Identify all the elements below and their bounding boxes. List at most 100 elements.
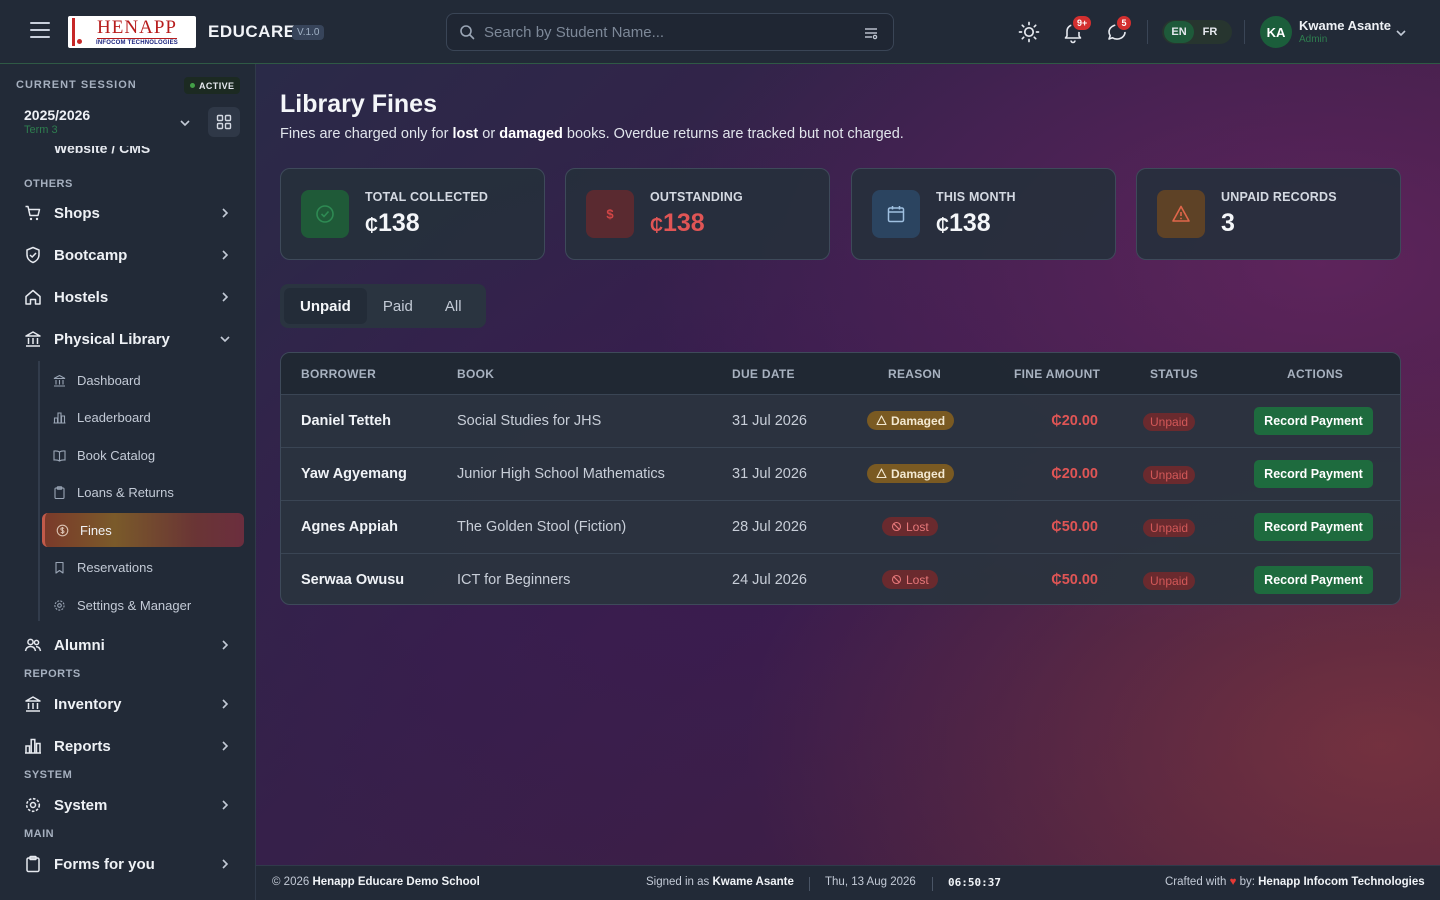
- sidebar-item-library-dashboard[interactable]: Dashboard: [42, 363, 244, 397]
- sidebar-item-library-leaderboard[interactable]: Leaderboard: [42, 400, 244, 434]
- notifications-badge: 9+: [1071, 14, 1094, 32]
- sidebar-item-hostels[interactable]: Hostels: [16, 279, 240, 315]
- sidebar-item-label: Hostels: [54, 288, 109, 306]
- lang-fr-button[interactable]: FR: [1194, 26, 1226, 38]
- bar-chart-icon: [53, 411, 66, 424]
- sidebar-item-library-catalog[interactable]: Book Catalog: [42, 438, 244, 472]
- subtitle-text: books. Overdue returns are tracked but n…: [562, 126, 904, 142]
- svg-text:$: $: [606, 207, 614, 222]
- footer: © 2026 Henapp Educare Demo School Signed…: [256, 865, 1440, 900]
- building-icon: [25, 696, 41, 712]
- book-title: ICT for Beginners: [457, 572, 571, 588]
- sidebar-item-reports[interactable]: Reports: [16, 728, 240, 764]
- sidebar-item-shops[interactable]: Shops: [16, 195, 240, 231]
- tab-unpaid[interactable]: Unpaid: [284, 288, 367, 324]
- sidebar-item-website-cms[interactable]: Website / CMS: [24, 146, 234, 158]
- record-payment-button[interactable]: Record Payment: [1254, 513, 1373, 541]
- sidebar-item-system[interactable]: System: [16, 787, 240, 823]
- credits-text: Crafted with: [1165, 876, 1227, 888]
- subtitle-text: Fines are charged only for: [280, 126, 453, 142]
- chevron-down-icon: [220, 336, 230, 343]
- due-date: 24 Jul 2026: [732, 572, 807, 588]
- language-switcher: EN FR: [1162, 20, 1232, 44]
- status-badge: Unpaid: [1143, 519, 1196, 537]
- sidebar-item-physical-library[interactable]: Physical Library: [16, 321, 240, 357]
- filter-icon[interactable]: [863, 25, 879, 41]
- stat-value: ₵138: [650, 209, 705, 238]
- footer-credits: Crafted with ♥ by: Henapp Infocom Techno…: [1165, 876, 1425, 888]
- reason-text: Damaged: [891, 413, 946, 428]
- sidebar-item-library-loans[interactable]: Loans & Returns: [42, 475, 244, 509]
- home-icon: [25, 289, 41, 305]
- sidebar-item-library-settings[interactable]: Settings & Manager: [42, 588, 244, 622]
- stat-number: 3: [1221, 209, 1235, 237]
- column-header-actions: ACTIONS: [1287, 367, 1344, 381]
- sidebar-item-label: Fines: [80, 522, 112, 538]
- messages-button[interactable]: 5: [1105, 14, 1133, 44]
- bookmark-icon: [55, 561, 64, 574]
- sidebar-item-label: Forms for you: [54, 855, 155, 873]
- column-header-borrower: BORROWER: [301, 367, 377, 381]
- lang-en-button[interactable]: EN: [1164, 21, 1194, 43]
- warning-triangle-icon: [876, 468, 887, 479]
- record-payment-button[interactable]: Record Payment: [1254, 566, 1373, 594]
- column-header-reason: REASON: [888, 367, 942, 381]
- column-header-fine-amount: FINE AMOUNT: [1014, 367, 1101, 381]
- shield-check-icon: [26, 246, 40, 264]
- reason-badge: Lost: [882, 517, 938, 536]
- section-system: SYSTEM: [24, 769, 73, 781]
- sidebar-item-bootcamp[interactable]: Bootcamp: [16, 237, 240, 273]
- avatar[interactable]: KA: [1260, 16, 1292, 48]
- session-term: Term 3: [24, 124, 58, 136]
- footer-date: Thu, 13 Aug 2026: [825, 876, 916, 888]
- sidebar-item-label: Reservations: [77, 559, 153, 575]
- record-payment-button[interactable]: Record Payment: [1254, 460, 1373, 488]
- tab-all[interactable]: All: [429, 288, 478, 324]
- check-circle-icon: [301, 190, 349, 238]
- chevron-right-icon: [222, 250, 229, 260]
- logo-title: HENAPP: [97, 16, 177, 39]
- chevron-right-icon: [222, 208, 229, 218]
- chevron-down-icon[interactable]: [1394, 26, 1408, 40]
- dollar-icon: $: [586, 190, 634, 238]
- notifications-button[interactable]: 9+: [1061, 14, 1094, 44]
- sidebar-item-inventory[interactable]: Inventory: [16, 686, 240, 722]
- search-icon: [460, 25, 475, 40]
- sidebar-item-label: Settings & Manager: [77, 597, 192, 613]
- school-name: Henapp Educare Demo School: [312, 876, 480, 888]
- menu-toggle-icon[interactable]: [30, 22, 50, 40]
- book-title: Junior High School Mathematics: [457, 466, 665, 482]
- due-date: 28 Jul 2026: [732, 519, 807, 535]
- apps-grid-button[interactable]: [208, 107, 240, 137]
- record-payment-button[interactable]: Record Payment: [1254, 407, 1373, 435]
- sidebar-item-label: Shops: [54, 204, 100, 222]
- table-row: Agnes Appiah The Golden Stool (Fiction) …: [281, 500, 1400, 553]
- logo-subtitle: INFOCOM TECHNOLOGIES: [96, 39, 178, 46]
- reason-badge: Damaged: [867, 411, 955, 430]
- building-library-icon: [25, 331, 41, 347]
- sidebar-item-library-reservations[interactable]: Reservations: [42, 550, 244, 584]
- stat-number: 138: [378, 209, 420, 237]
- sidebar-item-forms[interactable]: Forms for you: [16, 846, 240, 882]
- brand-name: EDUCARE: [208, 22, 296, 41]
- chevron-right-icon: [222, 741, 229, 751]
- copyright-text: © 2026: [272, 876, 313, 888]
- ban-icon: [891, 574, 902, 585]
- theme-toggle-sun-icon[interactable]: [1017, 20, 1041, 44]
- user-name[interactable]: Kwame Asante: [1299, 18, 1391, 33]
- session-selector[interactable]: 2025/2026 Term 3: [12, 104, 200, 142]
- tab-paid[interactable]: Paid: [367, 288, 429, 324]
- search-input[interactable]: [484, 23, 844, 41]
- sidebar-item-label: Alumni: [54, 636, 105, 654]
- stat-value: ₵138: [936, 209, 991, 238]
- sidebar-item-alumni[interactable]: Alumni: [16, 627, 240, 663]
- version-badge: V.1.0: [292, 25, 325, 40]
- cart-icon: [25, 205, 41, 221]
- ban-icon: [891, 521, 902, 532]
- stat-value: ₵138: [365, 209, 420, 238]
- grid-icon: [216, 114, 232, 130]
- sidebar-item-library-fines[interactable]: Fines: [42, 513, 244, 547]
- section-others: OTHERS: [24, 178, 73, 190]
- filter-tabs: Unpaid Paid All: [280, 284, 486, 328]
- sidebar-item-label: Leaderboard: [77, 409, 151, 425]
